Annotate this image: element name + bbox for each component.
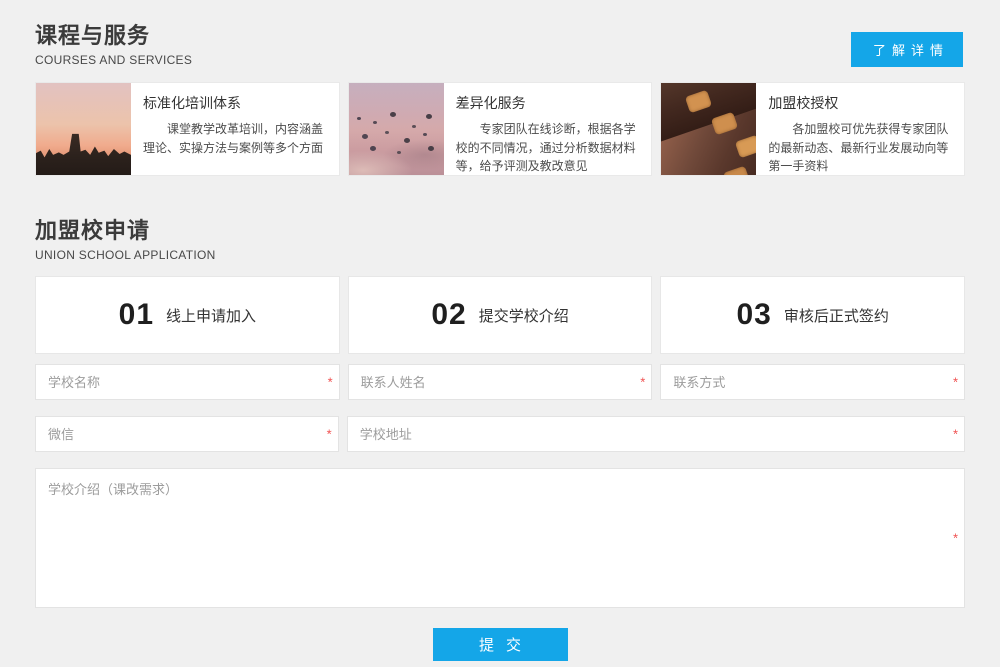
film-frame <box>735 135 756 159</box>
service-cards-row: 标准化培训体系 课堂教学改革培训，内容涵盖理论、实操方法与案例等多个方面 差异化… <box>35 82 965 176</box>
desert-dunes-image <box>349 83 444 175</box>
school-name-field-wrapper: * <box>35 364 340 400</box>
application-title: 加盟校申请 <box>35 213 965 245</box>
application-form: * * * * * * <box>35 364 965 661</box>
application-steps-row: 01 线上申请加入 02 提交学校介绍 03 审核后正式签约 <box>35 276 965 354</box>
card-description: 课堂教学改革培训，内容涵盖理论、实操方法与案例等多个方面 <box>143 120 327 157</box>
services-title: 课程与服务 <box>35 18 965 50</box>
card-description: 专家团队在线诊断，根据各学校的不同情况，通过分析数据材料等，给予评测及教改意见 <box>456 120 640 176</box>
application-subtitle: UNION SCHOOL APPLICATION <box>35 248 965 262</box>
submit-button[interactable]: 提交 <box>433 628 568 661</box>
step-box-3: 03 审核后正式签约 <box>660 276 965 354</box>
services-section-header: 课程与服务 COURSES AND SERVICES 了解详情 <box>35 18 965 67</box>
contact-name-input[interactable] <box>348 364 653 400</box>
form-row-1: * * * <box>35 364 965 400</box>
desert-shrubs <box>357 117 361 120</box>
form-row-3: * <box>35 468 965 608</box>
school-address-input[interactable] <box>347 416 965 452</box>
city-skyline-silhouette <box>36 133 131 175</box>
school-intro-field-wrapper: * <box>35 468 965 608</box>
required-asterisk: * <box>640 376 645 389</box>
step-label: 提交学校介绍 <box>479 305 569 326</box>
required-asterisk: * <box>953 428 958 441</box>
card-description: 各加盟校可优先获得专家团队的最新动态、最新行业发展动向等第一手资料 <box>768 120 952 176</box>
school-intro-textarea[interactable] <box>35 468 965 608</box>
card-title: 加盟校授权 <box>768 93 952 113</box>
wechat-field-wrapper: * <box>35 416 339 452</box>
page: 课程与服务 COURSES AND SERVICES 了解详情 标准化培训体系 … <box>0 0 1000 661</box>
school-address-field-wrapper: * <box>347 416 965 452</box>
submit-row: 提交 <box>35 628 965 661</box>
contact-method-field-wrapper: * <box>660 364 965 400</box>
wechat-input[interactable] <box>35 416 339 452</box>
required-asterisk: * <box>328 376 333 389</box>
step-number: 01 <box>119 298 154 332</box>
step-box-1: 01 线上申请加入 <box>35 276 340 354</box>
card-body: 加盟校授权 各加盟校可优先获得专家团队的最新动态、最新行业发展动向等第一手资料 <box>756 83 964 175</box>
required-asterisk: * <box>953 376 958 389</box>
step-label: 线上申请加入 <box>166 305 256 326</box>
service-card-differentiated-service: 差异化服务 专家团队在线诊断，根据各学校的不同情况，通过分析数据材料等，给予评测… <box>348 82 653 176</box>
card-body: 标准化培训体系 课堂教学改革培训，内容涵盖理论、实操方法与案例等多个方面 <box>131 83 339 175</box>
school-name-input[interactable] <box>35 364 340 400</box>
step-number: 02 <box>431 298 466 332</box>
step-number: 03 <box>736 298 771 332</box>
required-asterisk: * <box>953 532 958 545</box>
required-asterisk: * <box>327 428 332 441</box>
application-section-header: 加盟校申请 UNION SCHOOL APPLICATION <box>35 213 965 262</box>
card-body: 差异化服务 专家团队在线诊断，根据各学校的不同情况，通过分析数据材料等，给予评测… <box>444 83 652 175</box>
film-frame <box>723 166 750 175</box>
film-strip-band <box>661 83 756 142</box>
contact-name-field-wrapper: * <box>348 364 653 400</box>
step-label: 审核后正式签约 <box>784 305 889 326</box>
card-title: 标准化培训体系 <box>143 93 327 113</box>
service-card-franchise-authorization: 加盟校授权 各加盟校可优先获得专家团队的最新动态、最新行业发展动向等第一手资料 <box>660 82 965 176</box>
services-subtitle: COURSES AND SERVICES <box>35 53 965 67</box>
form-row-2: * * <box>35 416 965 452</box>
film-strip-image <box>661 83 756 175</box>
card-title: 差异化服务 <box>456 93 640 113</box>
service-card-standardized-training: 标准化培训体系 课堂教学改革培训，内容涵盖理论、实操方法与案例等多个方面 <box>35 82 340 176</box>
step-box-2: 02 提交学校介绍 <box>348 276 653 354</box>
contact-method-input[interactable] <box>660 364 965 400</box>
learn-more-button[interactable]: 了解详情 <box>851 32 963 67</box>
city-skyline-image <box>36 83 131 175</box>
